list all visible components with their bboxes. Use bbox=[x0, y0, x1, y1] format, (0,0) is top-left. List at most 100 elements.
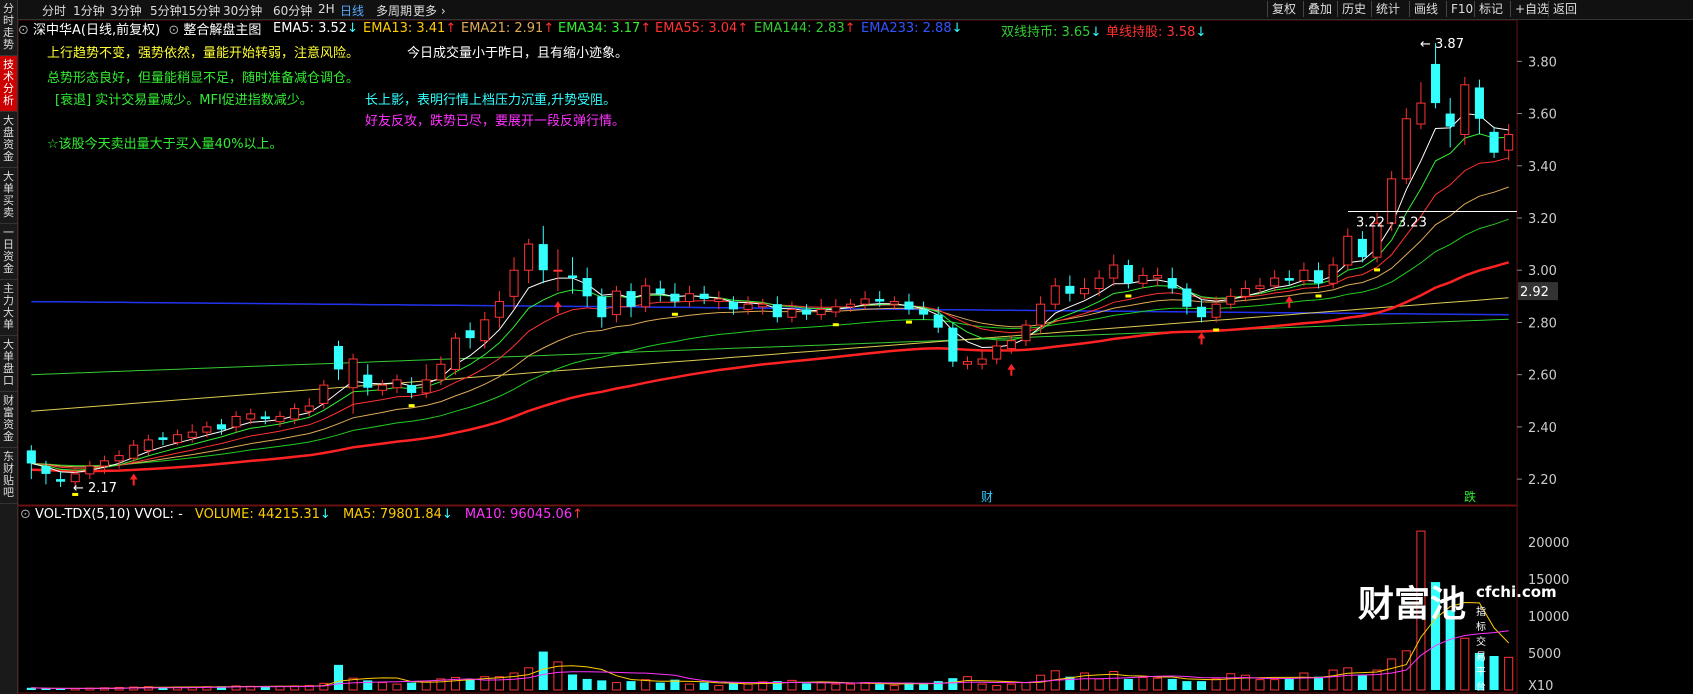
indicator-settings-icon[interactable]: ⊙ bbox=[168, 23, 183, 38]
volume-bar bbox=[831, 683, 841, 691]
candle-body bbox=[875, 298, 885, 302]
volume-bar bbox=[845, 683, 855, 691]
candle-body bbox=[1401, 118, 1411, 180]
price-tick-label: 2.80 bbox=[1528, 316, 1557, 331]
indicator-name[interactable]: 整合解盘主图 bbox=[183, 23, 261, 38]
volume-bar bbox=[1299, 672, 1309, 691]
volume-bar bbox=[1328, 669, 1338, 691]
candle-body bbox=[670, 293, 680, 302]
candle-body bbox=[450, 337, 461, 370]
volume-bar bbox=[962, 676, 973, 691]
ema144-line bbox=[31, 318, 1509, 376]
candle-body bbox=[626, 291, 636, 307]
candle-body bbox=[392, 379, 402, 389]
volume-bar bbox=[1372, 669, 1382, 691]
candle-body bbox=[845, 303, 855, 308]
toolbar-button-3[interactable]: 统计 bbox=[1371, 1, 1404, 17]
sidebar-item-6[interactable]: 大单盘口 bbox=[0, 336, 17, 392]
volume-bar bbox=[494, 676, 504, 691]
volume-bar bbox=[1006, 683, 1016, 691]
period-6[interactable]: 60分钟 bbox=[273, 2, 312, 19]
candle-body bbox=[26, 450, 36, 464]
period-5[interactable]: 30分钟 bbox=[223, 2, 262, 19]
sidebar-item-4[interactable]: 一日资金 bbox=[0, 224, 17, 280]
sidebar-item-8[interactable]: 东财贴吧 bbox=[0, 448, 17, 504]
candle-body bbox=[158, 437, 168, 440]
volume-bar bbox=[1313, 676, 1324, 690]
toolbar-button-5[interactable]: F10 bbox=[1446, 1, 1477, 17]
watermark: 财富池 cfchi.com 指标交易平台 bbox=[1358, 575, 1557, 693]
volume-bar bbox=[611, 682, 621, 691]
toolbar-button-4[interactable]: 画线 bbox=[1409, 1, 1442, 17]
candle-body bbox=[1416, 102, 1426, 125]
toolbar-button-2[interactable]: 历史 bbox=[1337, 1, 1370, 17]
sidebar-item-2[interactable]: 大盘资金 bbox=[0, 112, 17, 168]
candle-body bbox=[129, 444, 139, 459]
price-tick-label: 2.20 bbox=[1528, 473, 1557, 488]
period-9[interactable]: 多周期 bbox=[376, 2, 412, 19]
signal-1: 上行趋势不变，强势依然，量能开始转弱，注意风险。 bbox=[47, 46, 360, 61]
volume-tick-label: 10000 bbox=[1528, 610, 1569, 625]
candle-body bbox=[231, 415, 241, 428]
volume-title[interactable]: VOL-TDX(5,10) VVOL: - bbox=[35, 507, 183, 522]
candle-body bbox=[904, 301, 914, 310]
sidebar-item-3[interactable]: 大单买卖 bbox=[0, 168, 17, 224]
candle-body bbox=[553, 269, 563, 272]
sidebar-item-5[interactable]: 主力大单 bbox=[0, 280, 17, 336]
toolbar: 分时 1分钟 3分钟 5分钟 15分钟 30分钟 60分钟 2H 日线 多周期 更多 › 复权 叠加 历史… bbox=[18, 0, 1693, 20]
sidebar: 分时走势 技术分析 大盘资金 大单买卖 一日资金 主力大单 大单盘口 财富资金 东财贴吧 bbox=[0, 0, 18, 694]
period-1[interactable]: 1分钟 bbox=[73, 2, 105, 19]
period-4[interactable]: 15分钟 bbox=[181, 2, 220, 19]
candle-body bbox=[304, 405, 314, 412]
price-tick-label: 3.80 bbox=[1528, 55, 1557, 70]
toolbar-button-0[interactable]: 复权 bbox=[1267, 1, 1300, 17]
candle-body bbox=[567, 275, 578, 279]
candle-body bbox=[1328, 264, 1338, 284]
ema-label-7: 双线持币: 3.65↓ bbox=[1001, 25, 1102, 40]
candle-body bbox=[319, 384, 329, 404]
period-3[interactable]: 5分钟 bbox=[150, 2, 182, 19]
period-10[interactable]: 更多 › bbox=[413, 2, 446, 19]
volume-bar bbox=[626, 681, 636, 690]
ema144b-line bbox=[31, 297, 1509, 412]
candle-body bbox=[860, 298, 870, 305]
ema-label-1: EMA13: 3.41↑ bbox=[363, 21, 457, 36]
volume-bar bbox=[1387, 658, 1397, 691]
period-8[interactable]: 日线 bbox=[340, 2, 364, 19]
period-0[interactable]: 分时 bbox=[42, 2, 66, 19]
volume-settings-icon[interactable]: ⊙ bbox=[20, 507, 35, 522]
toolbar-button-6[interactable]: 标记 bbox=[1474, 1, 1507, 17]
buy-arrow bbox=[1197, 332, 1206, 345]
period-2[interactable]: 3分钟 bbox=[110, 2, 142, 19]
ema8-line bbox=[31, 133, 1509, 471]
volume-tick-label: 20000 bbox=[1528, 536, 1569, 551]
volume-bar bbox=[567, 674, 578, 690]
volume-tick-label: 5000 bbox=[1528, 647, 1561, 662]
candle-body bbox=[1270, 277, 1280, 287]
volume-bar bbox=[465, 678, 475, 690]
ema-label-6: EMA233: 2.88↓ bbox=[861, 21, 963, 36]
stock-name[interactable]: 深中华A(日线,前复权) bbox=[33, 23, 160, 38]
period-7[interactable]: 2H bbox=[318, 2, 335, 16]
volume-bar bbox=[655, 682, 665, 690]
candle-body bbox=[41, 466, 51, 474]
toolbar-button-7[interactable]: +自选 bbox=[1510, 1, 1553, 17]
candle-body bbox=[114, 455, 124, 462]
volume-bar bbox=[1270, 679, 1280, 691]
sidebar-item-1[interactable]: 技术分析 bbox=[0, 56, 17, 112]
volume-bar bbox=[1357, 675, 1367, 690]
volume-bar bbox=[1182, 681, 1192, 690]
candle-body bbox=[202, 426, 212, 433]
settings-icon[interactable]: ⊙ bbox=[18, 23, 33, 38]
candle-body bbox=[816, 308, 826, 316]
candle-body bbox=[992, 345, 1002, 360]
sidebar-item-0[interactable]: 分时走势 bbox=[0, 0, 17, 56]
toolbar-button-1[interactable]: 叠加 bbox=[1303, 1, 1336, 17]
sidebar-item-7[interactable]: 财富资金 bbox=[0, 392, 17, 448]
candle-body bbox=[1284, 278, 1294, 281]
toolbar-button-8[interactable]: 返回 bbox=[1548, 1, 1581, 17]
volume-bar bbox=[919, 684, 929, 690]
volume-bar bbox=[816, 682, 826, 691]
signal-dash bbox=[671, 312, 678, 316]
candle-body bbox=[714, 298, 724, 303]
